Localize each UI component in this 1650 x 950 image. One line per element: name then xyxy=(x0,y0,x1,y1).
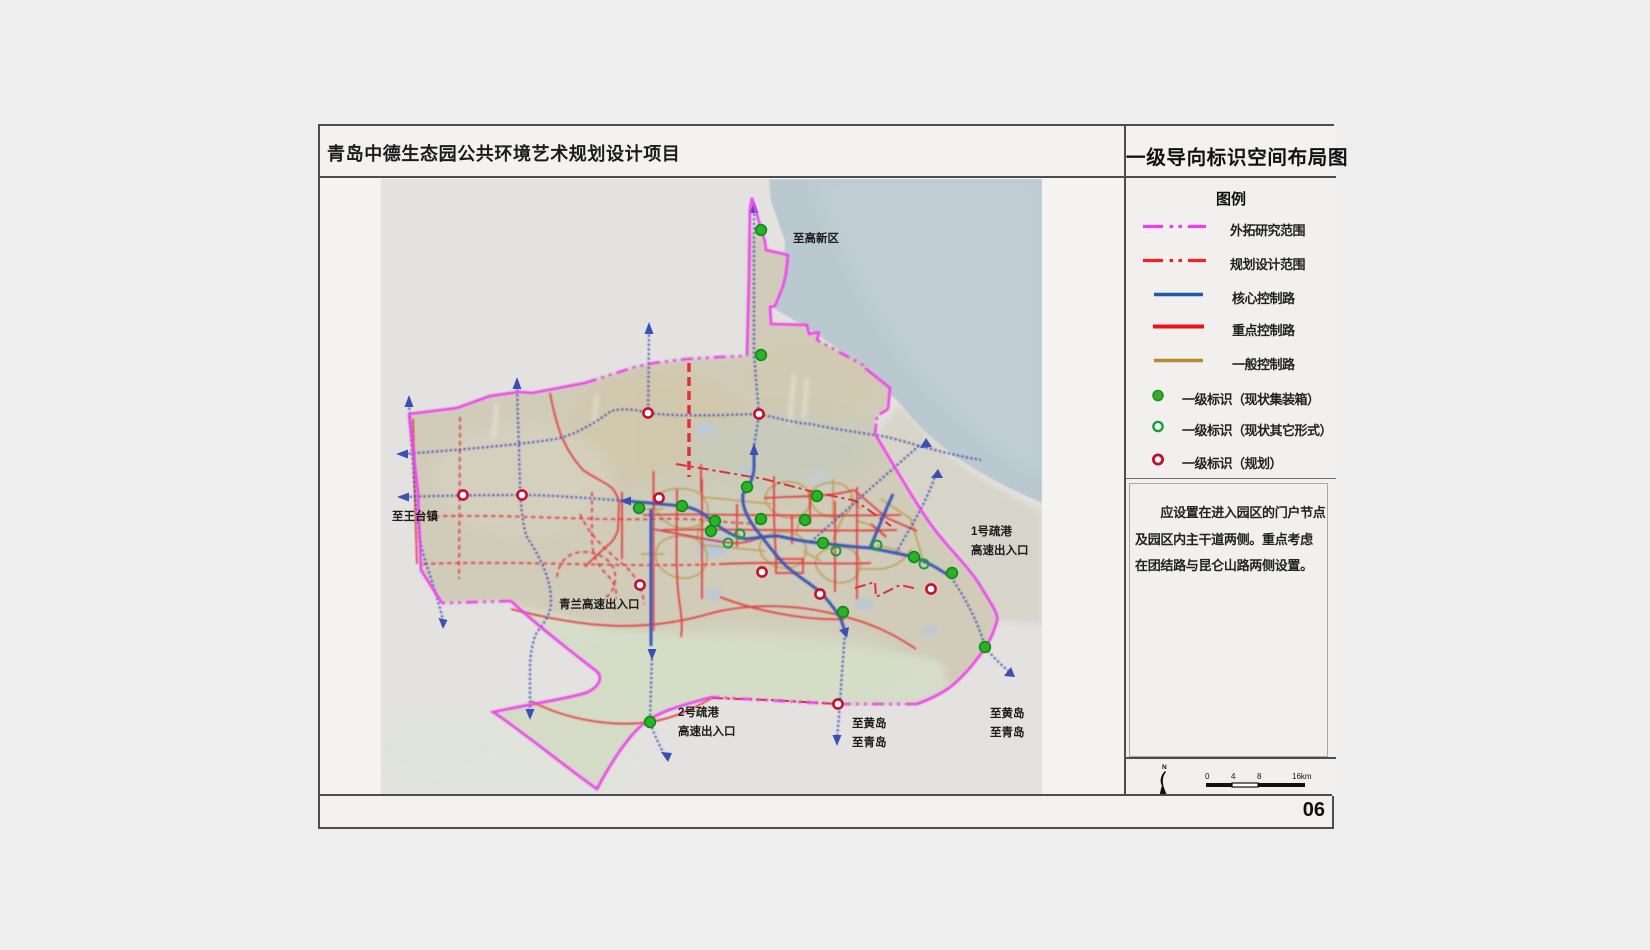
svg-text:N: N xyxy=(1162,764,1167,771)
svg-text:至高新区: 至高新区 xyxy=(793,231,839,245)
svg-text:1号疏港: 1号疏港 xyxy=(971,524,1012,538)
svg-text:至黄岛: 至黄岛 xyxy=(990,706,1025,720)
svg-text:高速出入口: 高速出入口 xyxy=(678,724,736,738)
svg-text:4: 4 xyxy=(1231,772,1236,781)
svg-text:高速出入口: 高速出入口 xyxy=(971,543,1029,557)
svg-text:至青岛: 至青岛 xyxy=(990,725,1025,739)
svg-text:16km: 16km xyxy=(1292,772,1312,781)
svg-text:至王台镇: 至王台镇 xyxy=(392,509,438,523)
svg-text:8: 8 xyxy=(1257,772,1262,781)
svg-text:青兰高速出入口: 青兰高速出入口 xyxy=(559,597,640,611)
svg-text:2号疏港: 2号疏港 xyxy=(678,705,719,719)
svg-text:至黄岛: 至黄岛 xyxy=(852,716,887,730)
svg-text:至青岛: 至青岛 xyxy=(852,735,887,749)
svg-text:0: 0 xyxy=(1205,772,1210,781)
